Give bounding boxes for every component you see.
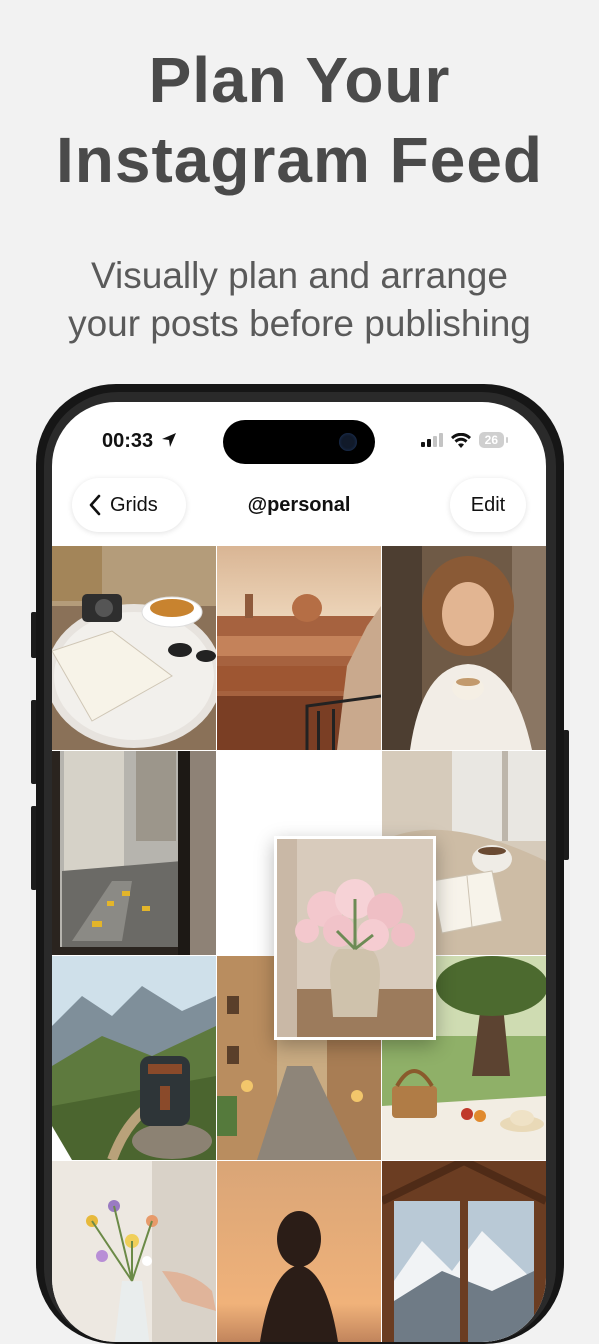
grid-tile-mountain-backpack-photo[interactable]: [52, 956, 216, 1160]
status-icons: 26: [420, 432, 509, 448]
dragging-tile-peonies-vase-photo[interactable]: [274, 836, 436, 1040]
status-time-text: 00:33: [102, 430, 154, 452]
phone-screen: 00:33 26 Grids @personal Edit: [52, 402, 546, 1342]
front-camera: [339, 433, 357, 451]
wifi-icon: [450, 432, 471, 448]
edit-label: Edit: [470, 493, 506, 516]
grid-tile-laughing-woman-coffee-photo[interactable]: [382, 546, 546, 750]
edit-button[interactable]: Edit: [450, 478, 526, 532]
subhead-line-1: Visually plan and arrange: [91, 255, 508, 296]
promo-headline: Plan Your Instagram Feed: [0, 40, 599, 200]
grid-tile-cafe-table-photo[interactable]: [52, 546, 216, 750]
dynamic-island: [223, 420, 375, 464]
grid-tile-florence-rooftops-photo[interactable]: [217, 546, 381, 750]
grid-tile-city-street-window-photo[interactable]: [52, 751, 216, 955]
grid-tile-flower-bouquet-photo[interactable]: [52, 1161, 216, 1342]
grid-tile-sunset-silhouette-photo[interactable]: [217, 1161, 381, 1342]
headline-line-1: Plan Your: [148, 44, 451, 116]
subhead-line-2: your posts before publishing: [68, 303, 531, 344]
cellular-signal-icon: [420, 433, 443, 447]
promo-subhead: Visually plan and arrange your posts bef…: [0, 252, 599, 348]
battery-icon: 26: [478, 432, 509, 448]
status-time: 00:33: [102, 430, 177, 453]
location-arrow-icon: [161, 433, 176, 447]
headline-line-2: Instagram Feed: [55, 124, 544, 196]
grid-tile-cabin-window-mountains-photo[interactable]: [382, 1161, 546, 1342]
